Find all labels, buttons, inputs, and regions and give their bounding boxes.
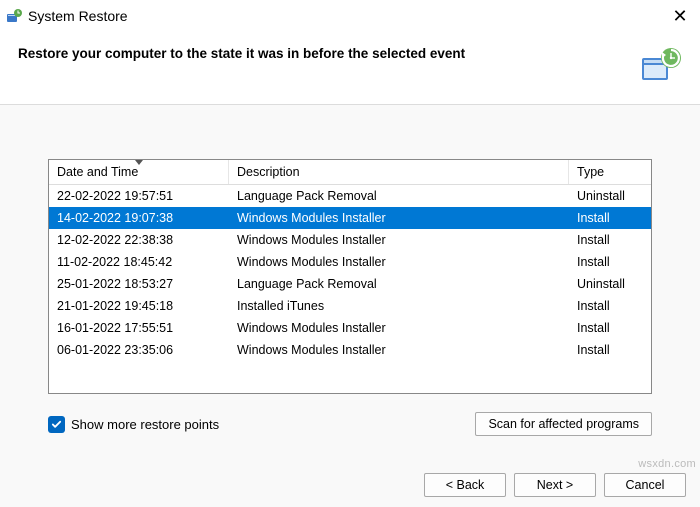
cell-type: Install [569, 295, 651, 317]
show-more-wrap[interactable]: Show more restore points [48, 416, 219, 433]
window-title: System Restore [28, 8, 668, 24]
back-button[interactable]: < Back [424, 473, 506, 497]
content-area: Date and Time Description Type 22-02-202… [0, 105, 700, 463]
restore-large-icon [638, 44, 682, 88]
cell-desc: Windows Modules Installer [229, 207, 569, 229]
cell-desc: Windows Modules Installer [229, 317, 569, 339]
column-type[interactable]: Type [569, 160, 651, 184]
page-heading: Restore your computer to the state it wa… [18, 44, 638, 61]
cell-date: 22-02-2022 19:57:51 [49, 185, 229, 207]
next-button[interactable]: Next > [514, 473, 596, 497]
cell-type: Install [569, 251, 651, 273]
cell-desc: Windows Modules Installer [229, 229, 569, 251]
close-button[interactable]: ✕ [668, 6, 692, 27]
cell-date: 14-02-2022 19:07:38 [49, 207, 229, 229]
cell-type: Install [569, 207, 651, 229]
cell-type: Uninstall [569, 185, 651, 207]
column-description[interactable]: Description [229, 160, 569, 184]
cell-date: 25-01-2022 18:53:27 [49, 273, 229, 295]
cell-type: Uninstall [569, 273, 651, 295]
table-row[interactable]: 22-02-2022 19:57:51Language Pack Removal… [49, 185, 651, 207]
table-row[interactable]: 11-02-2022 18:45:42Windows Modules Insta… [49, 251, 651, 273]
table-row[interactable]: 25-01-2022 18:53:27Language Pack Removal… [49, 273, 651, 295]
table-row[interactable]: 06-01-2022 23:35:06Windows Modules Insta… [49, 339, 651, 361]
cell-type: Install [569, 317, 651, 339]
restore-points-table: Date and Time Description Type 22-02-202… [48, 159, 652, 394]
column-date[interactable]: Date and Time [49, 160, 229, 184]
cell-date: 12-02-2022 22:38:38 [49, 229, 229, 251]
cancel-button[interactable]: Cancel [604, 473, 686, 497]
cell-desc: Language Pack Removal [229, 273, 569, 295]
table-footer-controls: Show more restore points Scan for affect… [48, 412, 652, 436]
table-body: 22-02-2022 19:57:51Language Pack Removal… [49, 185, 651, 361]
table-row[interactable]: 16-01-2022 17:55:51Windows Modules Insta… [49, 317, 651, 339]
title-bar: System Restore ✕ [0, 0, 700, 32]
cell-desc: Language Pack Removal [229, 185, 569, 207]
scan-affected-button[interactable]: Scan for affected programs [475, 412, 652, 436]
cell-date: 21-01-2022 19:45:18 [49, 295, 229, 317]
cell-desc: Windows Modules Installer [229, 251, 569, 273]
cell-date: 11-02-2022 18:45:42 [49, 251, 229, 273]
cell-type: Install [569, 339, 651, 361]
cell-desc: Installed iTunes [229, 295, 569, 317]
show-more-checkbox[interactable] [48, 416, 65, 433]
header: Restore your computer to the state it wa… [0, 32, 700, 104]
cell-desc: Windows Modules Installer [229, 339, 569, 361]
table-row[interactable]: 14-02-2022 19:07:38Windows Modules Insta… [49, 207, 651, 229]
cell-type: Install [569, 229, 651, 251]
cell-date: 16-01-2022 17:55:51 [49, 317, 229, 339]
table-header: Date and Time Description Type [49, 160, 651, 185]
wizard-footer: < Back Next > Cancel [0, 463, 700, 507]
table-row[interactable]: 21-01-2022 19:45:18Installed iTunesInsta… [49, 295, 651, 317]
restore-icon [6, 8, 22, 24]
show-more-label: Show more restore points [71, 417, 219, 432]
table-row[interactable]: 12-02-2022 22:38:38Windows Modules Insta… [49, 229, 651, 251]
cell-date: 06-01-2022 23:35:06 [49, 339, 229, 361]
